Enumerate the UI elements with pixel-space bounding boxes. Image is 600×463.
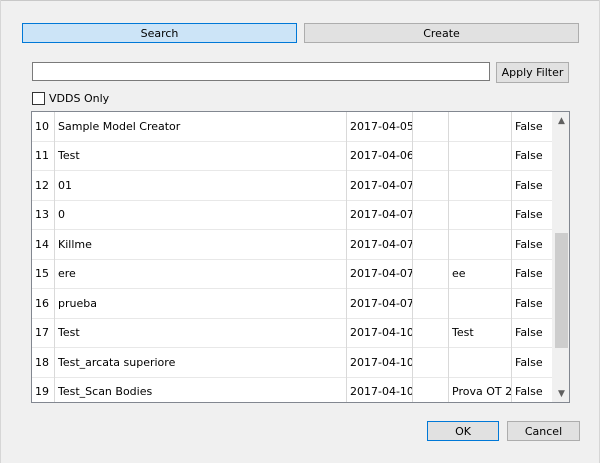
- row-flag: False: [515, 326, 543, 340]
- row-name: Test: [58, 149, 80, 163]
- row-date: 2017-04-07: [350, 296, 412, 310]
- row-name: ere: [58, 267, 76, 281]
- row-blank: [412, 201, 448, 230]
- row-name: Killme: [58, 237, 92, 251]
- grid-column-divider: [448, 112, 449, 402]
- grid-column-divider: [346, 112, 347, 402]
- vdds-only-label: VDDS Only: [49, 92, 110, 105]
- row-flag: False: [515, 385, 543, 399]
- row-name: Sample Model Creator: [58, 119, 181, 133]
- table-row[interactable]: 14 Killme 2017-04-07 False: [32, 230, 553, 260]
- grid-column-divider: [511, 112, 512, 402]
- row-extra: Test: [452, 326, 474, 340]
- grid-column-divider: [54, 112, 55, 402]
- row-number: 17: [35, 326, 49, 340]
- row-date: 2017-04-10: [350, 326, 412, 340]
- row-extra: [448, 348, 511, 377]
- row-number: 14: [35, 237, 49, 251]
- vdds-only-option[interactable]: VDDS Only: [32, 92, 109, 105]
- row-blank: [412, 230, 448, 259]
- scroll-thumb[interactable]: [555, 233, 568, 348]
- row-blank: [412, 171, 448, 200]
- apply-filter-button[interactable]: Apply Filter: [496, 62, 569, 83]
- row-name: Test: [58, 326, 80, 340]
- row-blank: [412, 260, 448, 289]
- row-name: prueba: [58, 296, 97, 310]
- row-blank: [412, 289, 448, 318]
- window-top-border: [0, 0, 600, 1]
- row-number: 19: [35, 385, 49, 399]
- row-extra: [448, 112, 511, 141]
- row-flag: False: [515, 208, 543, 222]
- row-flag: False: [515, 296, 543, 310]
- row-name: Test_Scan Bodies: [58, 385, 153, 399]
- filter-input[interactable]: [32, 62, 490, 81]
- cancel-button[interactable]: Cancel: [507, 421, 580, 441]
- row-name: Test_arcata superiore: [58, 355, 176, 369]
- row-number: 16: [35, 296, 49, 310]
- row-blank: [412, 348, 448, 377]
- search-button[interactable]: Search: [22, 23, 297, 43]
- row-extra: ee: [452, 267, 466, 281]
- row-flag: False: [515, 178, 543, 192]
- row-number: 13: [35, 208, 49, 222]
- table-row[interactable]: 13 0 2017-04-07 False: [32, 201, 553, 230]
- row-blank: [412, 142, 448, 171]
- row-extra: Prova OT 2: [452, 385, 511, 399]
- table-row[interactable]: 16 prueba 2017-04-07 False: [32, 289, 553, 319]
- row-date: 2017-04-10: [350, 385, 412, 399]
- row-number: 11: [35, 149, 49, 163]
- grid-column-divider: [412, 112, 413, 402]
- scroll-up-icon[interactable]: ▲: [553, 112, 569, 129]
- row-flag: False: [515, 355, 543, 369]
- table-row[interactable]: 18 Test_arcata superiore 2017-04-10 False: [32, 348, 553, 378]
- grid-rows: 10 Sample Model Creator 2017-04-05 False 11 T…: [32, 112, 553, 403]
- row-flag: False: [515, 237, 543, 251]
- row-flag: False: [515, 149, 543, 163]
- row-blank: [412, 378, 448, 403]
- ok-button[interactable]: OK: [427, 421, 499, 441]
- row-date: 2017-04-07: [350, 178, 412, 192]
- window-left-border: [0, 0, 1, 463]
- table-row[interactable]: 19 Test_Scan Bodies 2017-04-10 Prova OT 2 Fa…: [32, 378, 553, 403]
- row-number: 10: [35, 119, 49, 133]
- row-number: 15: [35, 267, 49, 281]
- row-extra: [448, 289, 511, 318]
- row-name: 01: [58, 178, 72, 192]
- row-number: 12: [35, 178, 49, 192]
- records-grid[interactable]: 10 Sample Model Creator 2017-04-05 False 11 T…: [31, 111, 570, 403]
- row-date: 2017-04-07: [350, 208, 412, 222]
- table-row[interactable]: 10 Sample Model Creator 2017-04-05 False: [32, 112, 553, 142]
- row-number: 18: [35, 355, 49, 369]
- table-row[interactable]: 17 Test 2017-04-10 Test False: [32, 319, 553, 348]
- row-extra: [448, 142, 511, 171]
- scroll-down-icon[interactable]: ▼: [553, 385, 569, 402]
- table-row[interactable]: 12 01 2017-04-07 False: [32, 171, 553, 201]
- table-row[interactable]: 15 ere 2017-04-07 ee False: [32, 260, 553, 289]
- row-extra: [448, 171, 511, 200]
- row-blank: [412, 319, 448, 348]
- row-date: 2017-04-06: [350, 149, 412, 163]
- row-date: 2017-04-07: [350, 267, 412, 281]
- row-date: 2017-04-07: [350, 237, 412, 251]
- table-row[interactable]: 11 Test 2017-04-06 False: [32, 142, 553, 171]
- row-extra: [448, 201, 511, 230]
- row-blank: [412, 112, 448, 141]
- row-name: 0: [58, 208, 65, 222]
- row-flag: False: [515, 267, 543, 281]
- create-button[interactable]: Create: [304, 23, 579, 43]
- row-extra: [448, 230, 511, 259]
- vdds-only-checkbox[interactable]: [32, 92, 45, 105]
- grid-scrollbar[interactable]: ▲ ▼: [552, 112, 569, 402]
- row-flag: False: [515, 119, 543, 133]
- row-date: 2017-04-10: [350, 355, 412, 369]
- row-date: 2017-04-05: [350, 119, 412, 133]
